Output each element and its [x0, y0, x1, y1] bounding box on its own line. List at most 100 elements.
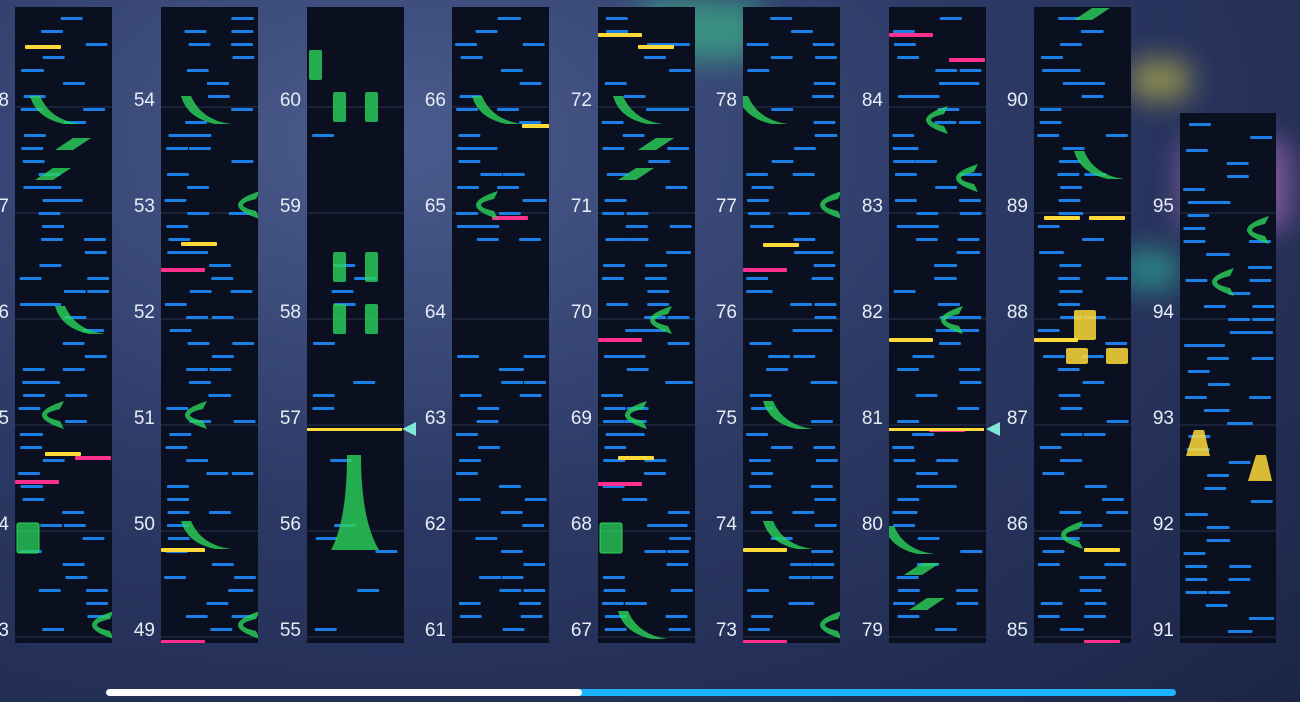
tap-note [1084, 602, 1107, 605]
tap-note [206, 472, 229, 475]
tap-note [38, 589, 61, 592]
tap-note [1057, 303, 1080, 306]
tap-note [750, 511, 773, 514]
long-hold-note [331, 455, 379, 550]
playhead-marker-icon[interactable] [402, 422, 416, 436]
tap-note [896, 368, 919, 371]
tap-note [498, 212, 521, 215]
measure-number: 79 [861, 620, 883, 641]
progress-fill [106, 689, 583, 696]
measure-number: 57 [279, 408, 301, 429]
tap-note [643, 472, 666, 475]
tap-note [169, 433, 192, 436]
tap-note [186, 368, 209, 371]
tap-note [912, 433, 935, 436]
playhead-marker-icon[interactable] [986, 422, 1000, 436]
tap-note [1105, 277, 1128, 280]
tap-note [788, 602, 811, 605]
tap-note [168, 134, 191, 137]
chart-column-3 [452, 7, 549, 643]
tap-note [750, 290, 773, 293]
tap-note [84, 355, 107, 358]
column-notes-6 [889, 17, 986, 638]
column-notes-5 [743, 17, 840, 643]
tap-note [665, 615, 688, 618]
yellow-hold-note [1066, 348, 1088, 364]
tap-note [771, 108, 794, 111]
tap-note [1229, 565, 1252, 568]
tap-note [1206, 357, 1229, 360]
tap-note [892, 30, 915, 33]
tap-note [959, 212, 982, 215]
hold-note [365, 92, 378, 122]
tap-note [20, 485, 43, 488]
tap-note [669, 537, 692, 540]
tap-note [231, 43, 254, 46]
hold-note [55, 138, 91, 150]
tap-note [1185, 149, 1208, 152]
tap-note [476, 420, 499, 423]
hold-note [1074, 151, 1124, 179]
tap-note [523, 355, 546, 358]
tap-note [793, 355, 816, 358]
tap-note [938, 342, 961, 345]
hold-note [30, 96, 80, 124]
tap-note [1101, 498, 1124, 501]
tap-note [788, 576, 811, 579]
tap-note [502, 173, 525, 176]
tap-note [18, 407, 41, 410]
tap-note [456, 147, 479, 150]
tap-note [312, 394, 335, 397]
drag-note [25, 45, 61, 49]
tap-note [188, 43, 211, 46]
tap-note [810, 420, 833, 423]
measure-number: 95 [1152, 196, 1174, 217]
tap-note [896, 576, 919, 579]
tap-note [814, 316, 837, 319]
tap-note [1042, 69, 1065, 72]
drag-note [638, 45, 674, 49]
tap-note [41, 30, 64, 33]
measure-number: 3 [0, 620, 9, 641]
drag-note [598, 33, 642, 37]
tap-note [480, 173, 503, 176]
tap-note [749, 342, 772, 345]
flick-note [743, 640, 787, 643]
tap-note [522, 524, 545, 527]
tap-note [459, 615, 482, 618]
tap-note [519, 394, 542, 397]
hold-note [16, 522, 40, 554]
drag-note [743, 548, 787, 552]
tap-note [603, 407, 626, 410]
tap-note [187, 212, 210, 215]
tap-note [39, 303, 62, 306]
tap-note [23, 134, 46, 137]
tap-note [186, 69, 209, 72]
tap-note [1187, 370, 1210, 373]
tap-note [813, 446, 836, 449]
hold-note [333, 92, 346, 122]
hold-note [1247, 216, 1269, 244]
measure-number: 84 [861, 90, 883, 111]
measure-number: 8 [0, 90, 9, 111]
tap-note [169, 329, 192, 332]
tap-note [1228, 578, 1251, 581]
tap-note [897, 498, 920, 501]
tap-note [915, 160, 938, 163]
tap-note [1250, 136, 1273, 139]
tap-note [85, 589, 108, 592]
tap-note [60, 17, 83, 20]
hold-note [365, 304, 378, 334]
chart-column-1 [161, 7, 258, 643]
tap-note [476, 238, 499, 241]
progress-bar[interactable] [106, 689, 1176, 696]
chart-column-0 [15, 7, 112, 643]
tap-note [165, 446, 188, 449]
measure-number: 6 [0, 302, 9, 323]
hold-note [333, 304, 346, 334]
tap-note [812, 95, 835, 98]
tap-note [604, 82, 627, 85]
tap-note [813, 82, 836, 85]
tap-note [893, 524, 916, 527]
tap-note [934, 121, 957, 124]
